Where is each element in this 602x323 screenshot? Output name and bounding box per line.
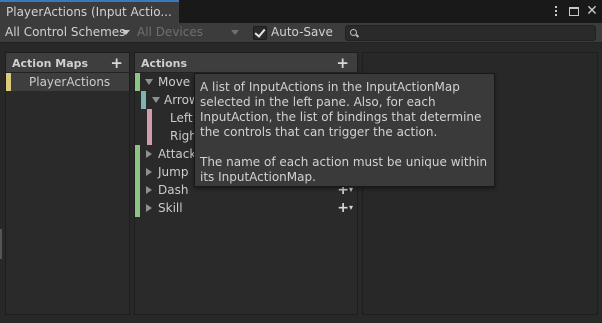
action-maps-pane: Action Maps + PlayerActions: [5, 52, 130, 315]
add-action-map-button[interactable]: +: [110, 54, 123, 72]
add-binding-icon[interactable]: +▾: [337, 199, 353, 217]
window-tab-title: PlayerActions (Input Actio...: [6, 5, 172, 19]
search-input[interactable]: [345, 25, 596, 41]
control-schemes-label: All Control Schemes: [5, 25, 126, 39]
action-color-stripe: [135, 163, 140, 181]
expand-arrow-icon[interactable]: [146, 186, 152, 194]
window-edge-divider: [0, 229, 2, 259]
expand-arrow-icon[interactable]: [145, 79, 153, 85]
window-tab[interactable]: PlayerActions (Input Actio...: [0, 0, 179, 23]
close-icon[interactable]: ✕: [586, 4, 598, 18]
control-schemes-dropdown[interactable]: All Control Schemes: [5, 25, 125, 39]
action-color-stripe: [135, 199, 140, 217]
action-map-color-stripe: [6, 73, 11, 91]
composite-color-stripe: [141, 91, 146, 109]
binding-label: Left:: [170, 111, 197, 125]
tooltip-paragraph-1: A list of InputActions in the InputActio…: [200, 80, 482, 139]
action-item-skill[interactable]: Skill +▾: [135, 199, 357, 217]
action-color-stripe: [135, 181, 140, 199]
action-map-item-playeractions[interactable]: PlayerActions: [6, 73, 129, 91]
more-options-icon[interactable]: [550, 4, 562, 18]
binding-color-stripe: [147, 109, 152, 127]
maximize-icon[interactable]: [568, 4, 580, 18]
expand-arrow-icon[interactable]: [146, 204, 152, 212]
auto-save-label: Auto-Save: [271, 25, 333, 39]
add-action-button[interactable]: +: [336, 54, 349, 72]
action-map-label: PlayerActions: [29, 75, 111, 89]
tooltip-paragraph-2: The name of each action must be unique w…: [200, 155, 488, 184]
expand-arrow-icon[interactable]: [146, 168, 152, 176]
expand-arrow-icon[interactable]: [146, 150, 152, 158]
toolbar: All Control Schemes All Devices Auto-Sav…: [0, 23, 602, 43]
search-icon: [350, 29, 357, 36]
devices-chevron-down-icon[interactable]: [231, 30, 239, 35]
devices-dropdown[interactable]: All Devices: [137, 25, 203, 39]
window-titlebar: PlayerActions (Input Actio... ✕: [0, 0, 602, 23]
control-schemes-chevron-down-icon[interactable]: [122, 30, 130, 35]
action-label: Move: [158, 75, 191, 89]
action-color-stripe: [135, 145, 140, 163]
actions-header: Actions +: [135, 53, 357, 73]
window-controls: ✕: [550, 4, 598, 18]
expand-arrow-icon[interactable]: [152, 97, 160, 103]
action-color-stripe: [135, 73, 140, 91]
action-label: Dash: [158, 183, 189, 197]
action-label: Attack: [158, 147, 197, 161]
action-label: Skill: [158, 201, 183, 215]
binding-color-stripe: [147, 127, 152, 145]
actions-title: Actions: [141, 57, 187, 70]
binding-label: Righ: [170, 129, 197, 143]
devices-label: All Devices: [137, 25, 203, 39]
actions-tooltip: A list of InputActions in the InputActio…: [194, 73, 495, 187]
action-maps-title: Action Maps: [12, 57, 89, 70]
action-maps-header: Action Maps +: [6, 53, 129, 73]
auto-save-checkbox[interactable]: [253, 26, 267, 40]
action-label: Jump: [158, 165, 189, 179]
